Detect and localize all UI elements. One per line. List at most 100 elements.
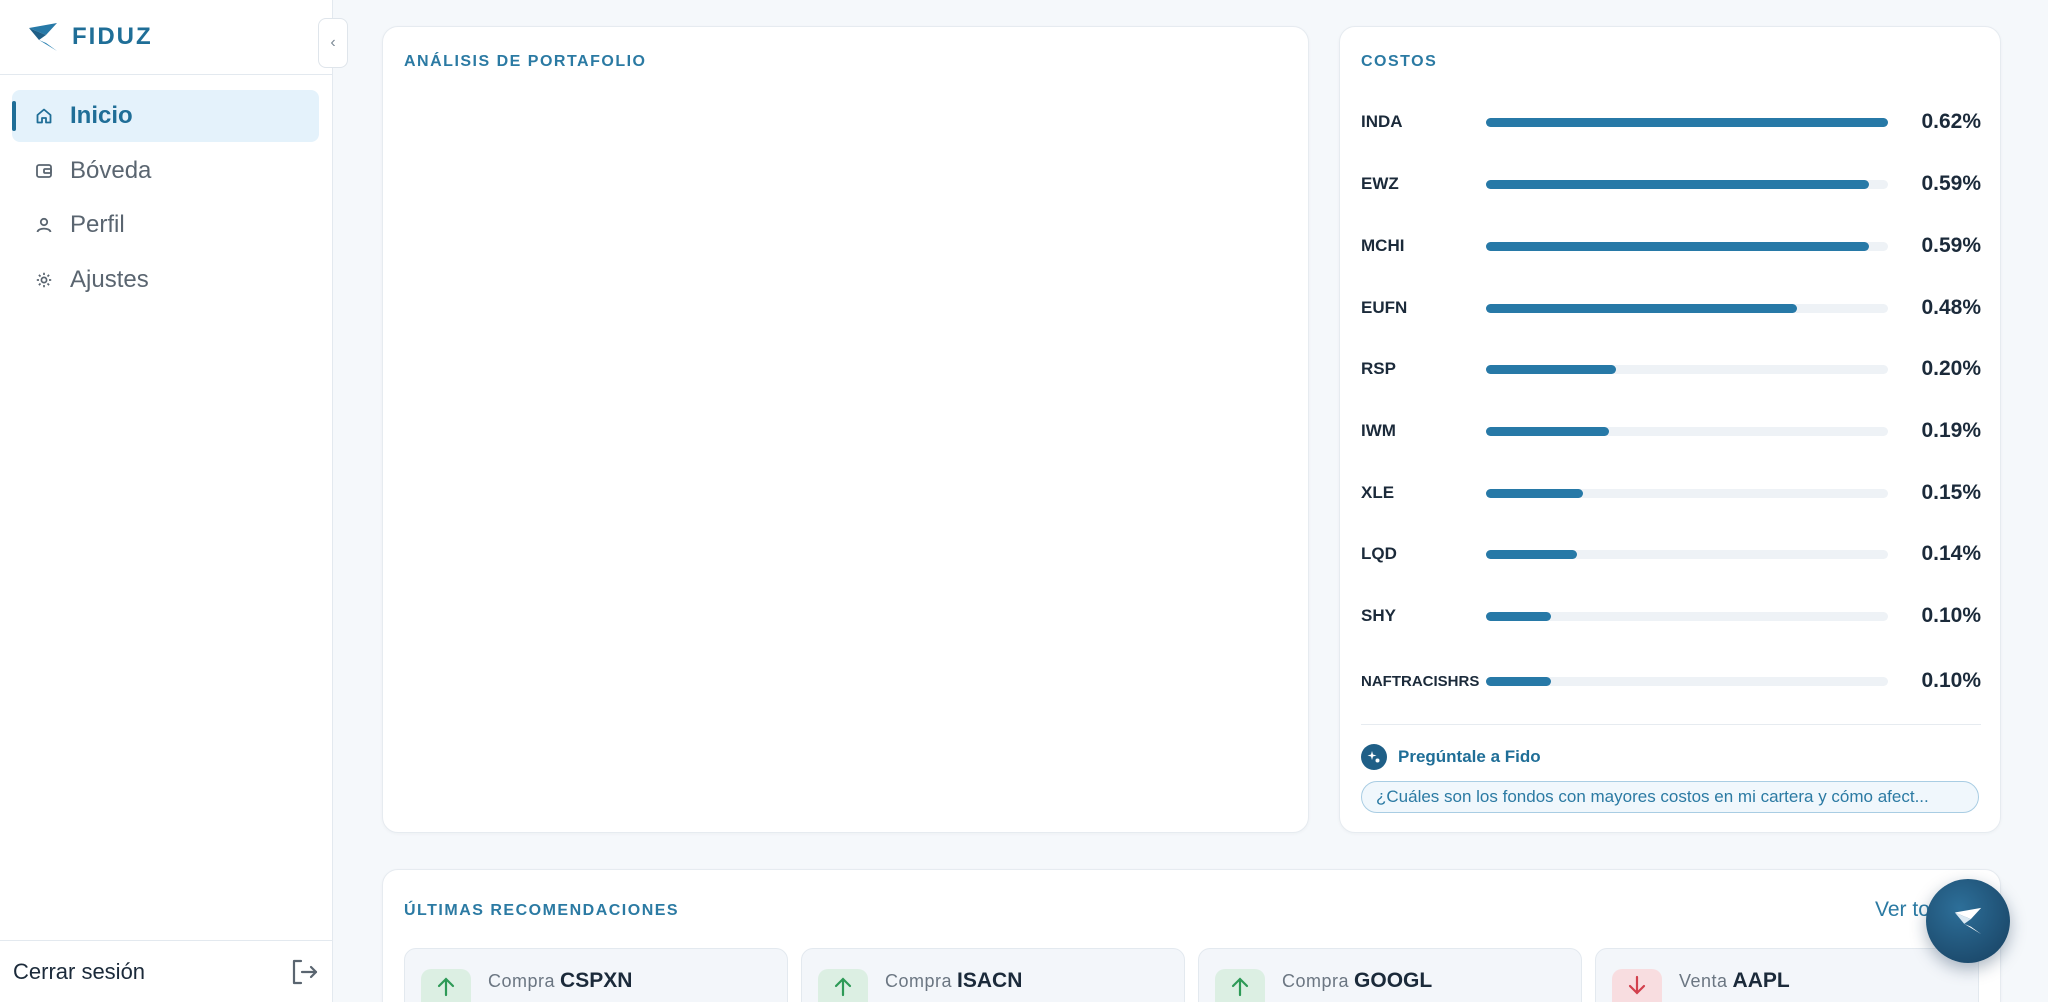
brand-name: FIDUZ	[72, 23, 153, 50]
cost-bar-fill	[1486, 549, 1577, 559]
sparkle-icon	[1361, 744, 1387, 770]
cost-bar-track	[1486, 179, 1888, 189]
sidebar: FIDUZ Inicio Bóveda Perfil Ajustes Cerra…	[0, 0, 333, 1002]
cost-bar-track	[1486, 241, 1888, 251]
cost-bar-track	[1486, 364, 1888, 374]
cost-bar-track	[1486, 488, 1888, 498]
costs-card: COSTOS INDA 0.62% EWZ 0.59% MCHI 0.59% E…	[1339, 26, 2001, 833]
portfolio-analysis-title: ANÁLISIS DE PORTAFOLIO	[404, 53, 647, 70]
cost-ticker: XLE	[1361, 483, 1395, 502]
chevron-left-icon: ‹	[330, 34, 336, 51]
cost-row: RSP 0.20%	[1361, 357, 1981, 380]
cost-value: 0.59%	[1921, 234, 1981, 257]
recommendations-title: ÚLTIMAS RECOMENDACIONES	[404, 902, 680, 919]
logout-label: Cerrar sesión	[13, 958, 146, 984]
recommendation-action: Compra	[488, 971, 556, 991]
sidebar-item-label: Ajustes	[70, 265, 149, 293]
recommendation-card[interactable]: Venta AAPL	[1595, 948, 1979, 1002]
recommendation-ticker: AAPL	[1732, 969, 1790, 992]
cost-row: LQD 0.14%	[1361, 542, 1981, 565]
sidebar-item-boveda[interactable]: Bóveda	[12, 145, 319, 197]
logout-icon	[292, 959, 318, 984]
cost-bar-fill	[1486, 241, 1869, 251]
cost-ticker: LQD	[1361, 544, 1397, 563]
arrow-up-icon	[818, 969, 868, 1002]
cost-value: 0.10%	[1921, 669, 1981, 692]
cost-row: SHY 0.10%	[1361, 604, 1981, 627]
cost-bar-fill	[1486, 426, 1609, 436]
recommendation-label: Compra ISACN	[885, 969, 1022, 993]
home-icon	[34, 106, 54, 126]
cost-row: EWZ 0.59%	[1361, 172, 1981, 195]
sidebar-item-label: Inicio	[70, 102, 133, 129]
suggested-question-chip[interactable]: ¿Cuáles son los fondos con mayores costo…	[1361, 781, 1979, 813]
recommendation-card[interactable]: Compra GOOGL	[1198, 948, 1582, 1002]
portfolio-analysis-card: ANÁLISIS DE PORTAFOLIO	[382, 26, 1309, 833]
ask-fido-label: Pregúntale a Fido	[1398, 747, 1541, 766]
arrow-up-icon	[1215, 969, 1265, 1002]
recommendation-label: Compra CSPXN	[488, 969, 632, 993]
costs-divider	[1361, 724, 1981, 725]
sidebar-collapse-button[interactable]: ‹	[318, 18, 348, 68]
gear-icon	[34, 270, 54, 290]
recommendation-ticker: ISACN	[957, 969, 1023, 992]
cost-row: NAFTRACISHRS 0.10%	[1361, 669, 1981, 692]
cost-ticker: RSP	[1361, 359, 1396, 378]
arrow-up-icon	[421, 969, 471, 1002]
cost-bar-track	[1486, 117, 1888, 127]
recommendation-action: Compra	[885, 971, 953, 991]
sidebar-nav: Inicio Bóveda Perfil Ajustes	[12, 90, 319, 308]
cost-bar-fill	[1486, 364, 1616, 374]
cost-bar-track	[1486, 676, 1888, 686]
cost-bar-fill	[1486, 488, 1584, 498]
cost-bar-fill	[1486, 179, 1869, 189]
cost-bar-fill	[1486, 676, 1551, 686]
sidebar-item-inicio[interactable]: Inicio	[12, 90, 319, 142]
cost-bar-fill	[1486, 611, 1551, 621]
brand[interactable]: FIDUZ	[26, 20, 153, 54]
sidebar-item-perfil[interactable]: Perfil	[12, 199, 319, 251]
recommendation-card[interactable]: Compra ISACN	[801, 948, 1185, 1002]
cost-bar-fill	[1486, 117, 1888, 127]
recommendation-label: Compra GOOGL	[1282, 969, 1432, 993]
recommendation-action: Compra	[1282, 971, 1350, 991]
recommendation-action: Venta	[1679, 971, 1728, 991]
recommendation-card[interactable]: Compra CSPXN	[404, 948, 788, 1002]
cost-row: IWM 0.19%	[1361, 419, 1981, 442]
cost-value: 0.62%	[1921, 110, 1981, 133]
user-icon	[34, 215, 54, 235]
cost-row: XLE 0.15%	[1361, 481, 1981, 504]
cost-ticker: EUFN	[1361, 298, 1408, 317]
cost-value: 0.14%	[1921, 542, 1981, 565]
recommendation-label: Venta AAPL	[1679, 969, 1790, 993]
logout-button[interactable]: Cerrar sesión	[0, 940, 333, 1002]
arrow-down-icon	[1612, 969, 1662, 1002]
cost-row: EUFN 0.48%	[1361, 296, 1981, 319]
wallet-icon	[34, 161, 54, 181]
ask-fido-link[interactable]: Pregúntale a Fido	[1361, 744, 1541, 770]
cost-bar-track	[1486, 426, 1888, 436]
cost-ticker: INDA	[1361, 112, 1403, 131]
sidebar-item-label: Bóveda	[70, 156, 152, 184]
recommendations-card: ÚLTIMAS RECOMENDACIONES Ver todas Compra…	[382, 869, 2001, 1002]
fido-chat-button[interactable]	[1926, 879, 2010, 963]
cost-ticker: IWM	[1361, 421, 1396, 440]
send-icon	[1954, 907, 1982, 935]
cost-ticker: EWZ	[1361, 174, 1399, 193]
sidebar-item-ajustes[interactable]: Ajustes	[12, 254, 319, 306]
cost-value: 0.10%	[1921, 604, 1981, 627]
recommendation-ticker: CSPXN	[560, 969, 633, 992]
sidebar-item-label: Perfil	[70, 211, 125, 238]
cost-ticker: MCHI	[1361, 236, 1405, 255]
cost-bar-fill	[1486, 303, 1798, 313]
cost-ticker: NAFTRACISHRS	[1361, 672, 1480, 690]
cost-value: 0.20%	[1921, 357, 1981, 380]
cost-row: INDA 0.62%	[1361, 110, 1981, 133]
cost-value: 0.48%	[1921, 296, 1981, 319]
sidebar-divider	[0, 74, 333, 75]
cost-row: MCHI 0.59%	[1361, 234, 1981, 257]
costs-title: COSTOS	[1361, 53, 1438, 70]
recommendation-ticker: GOOGL	[1354, 969, 1433, 992]
cost-bar-track	[1486, 611, 1888, 621]
cost-bar-track	[1486, 303, 1888, 313]
